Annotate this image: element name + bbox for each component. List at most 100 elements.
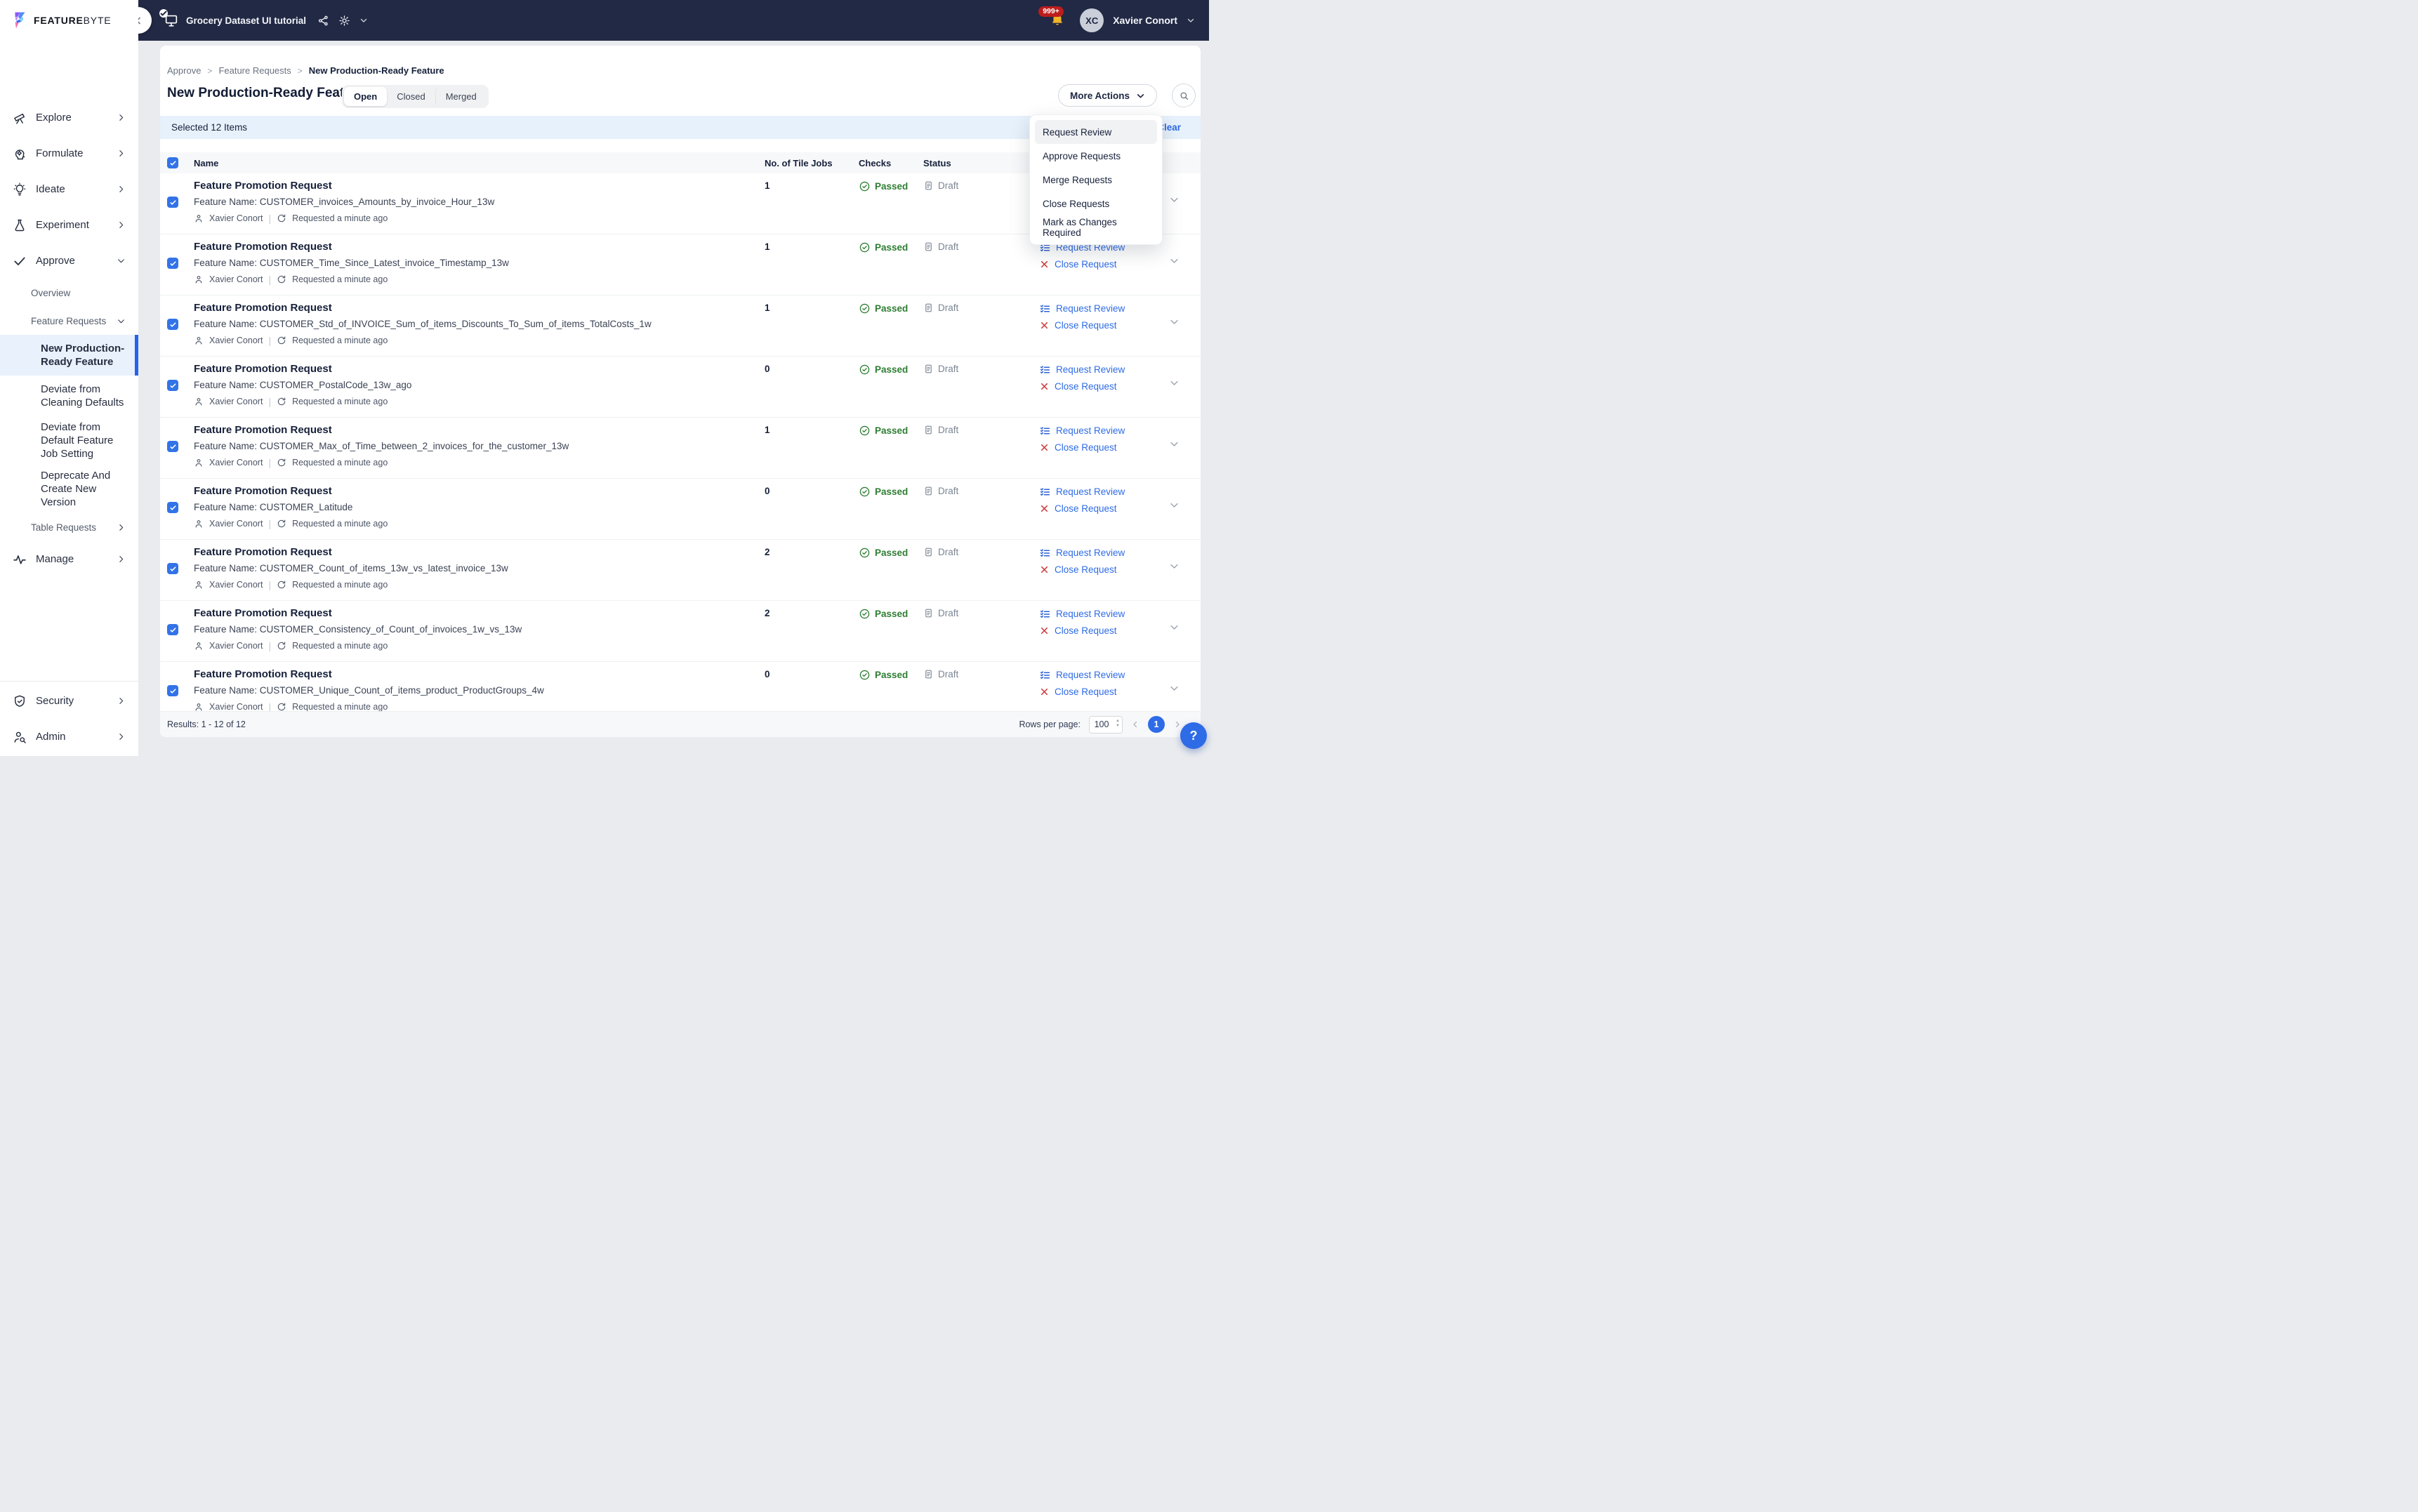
row-checkbox[interactable] — [167, 685, 178, 696]
breadcrumb-separator: > — [297, 65, 303, 76]
breadcrumb-item-approve[interactable]: Approve — [167, 65, 201, 76]
checks-badge: Passed — [859, 669, 908, 681]
row-checkbox[interactable] — [167, 319, 178, 330]
request-meta: Xavier Conort | Requested a minute ago — [194, 274, 388, 285]
row-expand-chevron[interactable] — [1169, 317, 1180, 327]
close-request-link[interactable]: Close Request — [1040, 503, 1125, 514]
notifications-bell[interactable]: 999+ — [1038, 6, 1065, 28]
select-all-checkbox[interactable] — [167, 157, 178, 168]
close-request-link[interactable]: Close Request — [1040, 625, 1125, 636]
row-checkbox[interactable] — [167, 197, 178, 208]
row-expand-chevron[interactable] — [1169, 256, 1180, 266]
tab-closed[interactable]: Closed — [387, 87, 435, 106]
workspace-title[interactable]: Grocery Dataset UI tutorial — [186, 15, 306, 26]
user-avatar[interactable]: XC — [1080, 8, 1104, 32]
user-menu-chevron-icon[interactable] — [1187, 16, 1195, 25]
sidebar-item-overview[interactable]: Overview — [0, 279, 138, 307]
featurebyte-logo-icon — [11, 11, 28, 29]
tile-jobs-count: 0 — [765, 486, 770, 496]
breadcrumb-item-feature-requests[interactable]: Feature Requests — [218, 65, 291, 76]
row-checkbox[interactable] — [167, 624, 178, 635]
status-tabs: Open Closed Merged — [342, 85, 489, 108]
column-header-name: Name — [194, 157, 219, 168]
row-actions: Request Review Close Request — [1040, 548, 1125, 575]
request-review-link[interactable]: Request Review — [1040, 303, 1125, 314]
sidebar-item-new-production-ready-feature[interactable]: New Production-Ready Feature — [0, 335, 138, 376]
sidebar-item-explore[interactable]: Explore — [0, 100, 138, 135]
help-button[interactable]: ? — [1180, 722, 1207, 749]
close-request-link[interactable]: Close Request — [1040, 320, 1125, 331]
request-review-link[interactable]: Request Review — [1040, 670, 1125, 680]
request-review-link[interactable]: Request Review — [1040, 609, 1125, 619]
request-review-link[interactable]: Request Review — [1040, 425, 1125, 436]
requested-time: Requested a minute ago — [292, 458, 388, 467]
row-expand-chevron[interactable] — [1169, 622, 1180, 632]
sidebar-item-admin[interactable]: Admin — [0, 719, 138, 755]
row-checkbox[interactable] — [167, 380, 178, 391]
row-expand-chevron[interactable] — [1169, 561, 1180, 571]
status-badge: Draft — [923, 364, 958, 374]
person-icon — [194, 458, 204, 467]
sidebar-item-deviate-from-cleaning-defaults[interactable]: Deviate from Cleaning Defaults — [0, 376, 138, 416]
menu-item-merge-requests[interactable]: Merge Requests — [1035, 168, 1157, 192]
workspace-expand-chevron-icon[interactable] — [359, 16, 368, 25]
row-checkbox[interactable] — [167, 441, 178, 452]
row-checkbox[interactable] — [167, 258, 178, 269]
sidebar-item-table-requests[interactable]: Table Requests — [0, 513, 138, 541]
sidebar-item-approve[interactable]: Approve — [0, 243, 138, 279]
refresh-icon — [277, 397, 286, 406]
row-expand-chevron[interactable] — [1169, 683, 1180, 694]
sidebar-nav: Explore Formulate Ideate Experiment Approve O… — [0, 41, 138, 577]
menu-item-approve-requests[interactable]: Approve Requests — [1035, 144, 1157, 168]
requester: Xavier Conort — [209, 580, 263, 590]
row-expand-chevron[interactable] — [1169, 378, 1180, 388]
document-lines-icon — [923, 425, 934, 435]
row-expand-chevron[interactable] — [1169, 194, 1180, 205]
sidebar-item-formulate[interactable]: Formulate — [0, 135, 138, 171]
rows-per-page-stepper[interactable]: ▲ ▼ — [1116, 719, 1120, 728]
gear-icon[interactable] — [338, 15, 350, 27]
chevron-right-icon — [117, 220, 126, 230]
share-icon[interactable] — [317, 15, 329, 27]
request-title: Feature Promotion Request — [194, 424, 332, 436]
page-number-button[interactable]: 1 — [1148, 716, 1165, 733]
requested-time: Requested a minute ago — [292, 213, 388, 223]
sidebar-item-manage[interactable]: Manage — [0, 541, 138, 577]
request-review-link[interactable]: Request Review — [1040, 486, 1125, 497]
user-name[interactable]: Xavier Conort — [1113, 15, 1177, 26]
request-meta: Xavier Conort | Requested a minute ago — [194, 396, 388, 407]
row-expand-chevron[interactable] — [1169, 439, 1180, 449]
refresh-icon — [277, 213, 286, 223]
sidebar-item-experiment[interactable]: Experiment — [0, 207, 138, 243]
menu-item-close-requests[interactable]: Close Requests — [1035, 192, 1157, 215]
close-request-link[interactable]: Close Request — [1040, 259, 1125, 270]
row-checkbox[interactable] — [167, 502, 178, 513]
sidebar-item-deprecate-and-create-new-version[interactable]: Deprecate And Create New Version — [0, 465, 138, 513]
top-header: Grocery Dataset UI tutorial 999+ XC Xavi… — [125, 0, 1209, 41]
sidebar-item-ideate[interactable]: Ideate — [0, 171, 138, 207]
tab-merged[interactable]: Merged — [435, 87, 487, 106]
sidebar-item-security[interactable]: Security — [0, 683, 138, 719]
prev-page-chevron-icon[interactable] — [1131, 720, 1139, 729]
close-request-link[interactable]: Close Request — [1040, 564, 1125, 575]
menu-item-request-review[interactable]: Request Review — [1035, 120, 1157, 144]
sidebar-bottom-nav: Security Admin — [0, 681, 138, 755]
row-checkbox[interactable] — [167, 563, 178, 574]
close-request-link[interactable]: Close Request — [1040, 687, 1125, 697]
close-request-link[interactable]: Close Request — [1040, 442, 1125, 453]
request-review-link[interactable]: Request Review — [1040, 364, 1125, 375]
check-circle-icon — [859, 425, 871, 437]
menu-item-mark-as-changes-required[interactable]: Mark as Changes Required — [1035, 215, 1157, 239]
next-page-chevron-icon[interactable] — [1173, 720, 1182, 729]
x-mark-icon — [1040, 687, 1049, 696]
sidebar-item-deviate-from-default-feature-job-setting[interactable]: Deviate from Default Feature Job Setting — [0, 416, 138, 465]
more-actions-button[interactable]: More Actions — [1057, 84, 1157, 107]
checklist-icon — [1040, 486, 1050, 497]
tab-open[interactable]: Open — [344, 87, 388, 106]
row-expand-chevron[interactable] — [1169, 500, 1180, 510]
search-button[interactable] — [1172, 84, 1196, 107]
meta-divider: | — [268, 518, 272, 529]
close-request-link[interactable]: Close Request — [1040, 381, 1125, 392]
request-review-link[interactable]: Request Review — [1040, 548, 1125, 558]
sidebar-item-feature-requests[interactable]: Feature Requests — [0, 307, 138, 335]
